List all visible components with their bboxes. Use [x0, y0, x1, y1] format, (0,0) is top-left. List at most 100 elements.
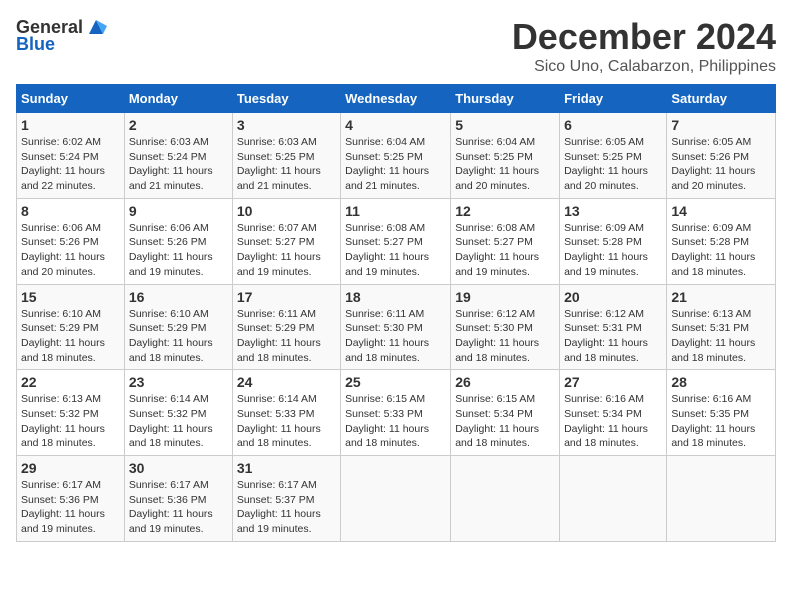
calendar-cell: 6 Sunrise: 6:05 AMSunset: 5:25 PMDaylight…	[560, 113, 667, 199]
day-number: 20	[564, 289, 662, 305]
day-number: 25	[345, 374, 446, 390]
day-info: Sunrise: 6:04 AMSunset: 5:25 PMDaylight:…	[455, 136, 539, 192]
calendar-cell: 20 Sunrise: 6:12 AMSunset: 5:31 PMDayligh…	[560, 284, 667, 370]
day-number: 26	[455, 374, 555, 390]
day-number: 18	[345, 289, 446, 305]
day-info: Sunrise: 6:14 AMSunset: 5:33 PMDaylight:…	[237, 393, 321, 449]
calendar-cell: 14 Sunrise: 6:09 AMSunset: 5:28 PMDayligh…	[667, 198, 776, 284]
calendar-cell	[560, 456, 667, 542]
day-number: 8	[21, 203, 120, 219]
calendar-cell: 28 Sunrise: 6:16 AMSunset: 5:35 PMDayligh…	[667, 370, 776, 456]
calendar-cell: 15 Sunrise: 6:10 AMSunset: 5:29 PMDayligh…	[17, 284, 125, 370]
day-info: Sunrise: 6:14 AMSunset: 5:32 PMDaylight:…	[129, 393, 213, 449]
day-header-wednesday: Wednesday	[341, 85, 451, 113]
logo-icon	[85, 16, 107, 38]
day-info: Sunrise: 6:02 AMSunset: 5:24 PMDaylight:…	[21, 136, 105, 192]
day-info: Sunrise: 6:11 AMSunset: 5:30 PMDaylight:…	[345, 308, 429, 364]
logo: General Blue	[16, 16, 107, 55]
day-info: Sunrise: 6:16 AMSunset: 5:35 PMDaylight:…	[671, 393, 755, 449]
day-info: Sunrise: 6:04 AMSunset: 5:25 PMDaylight:…	[345, 136, 429, 192]
day-info: Sunrise: 6:08 AMSunset: 5:27 PMDaylight:…	[455, 222, 539, 278]
day-info: Sunrise: 6:05 AMSunset: 5:26 PMDaylight:…	[671, 136, 755, 192]
day-number: 12	[455, 203, 555, 219]
calendar-cell: 31 Sunrise: 6:17 AMSunset: 5:37 PMDayligh…	[232, 456, 340, 542]
calendar-cell: 13 Sunrise: 6:09 AMSunset: 5:28 PMDayligh…	[560, 198, 667, 284]
month-title: December 2024	[512, 16, 776, 58]
calendar-cell: 26 Sunrise: 6:15 AMSunset: 5:34 PMDayligh…	[451, 370, 560, 456]
day-number: 28	[671, 374, 771, 390]
calendar-cell: 7 Sunrise: 6:05 AMSunset: 5:26 PMDaylight…	[667, 113, 776, 199]
day-header-saturday: Saturday	[667, 85, 776, 113]
day-info: Sunrise: 6:13 AMSunset: 5:31 PMDaylight:…	[671, 308, 755, 364]
calendar-cell	[667, 456, 776, 542]
calendar-cell: 3 Sunrise: 6:03 AMSunset: 5:25 PMDaylight…	[232, 113, 340, 199]
day-number: 11	[345, 203, 446, 219]
day-info: Sunrise: 6:13 AMSunset: 5:32 PMDaylight:…	[21, 393, 105, 449]
calendar-cell	[451, 456, 560, 542]
calendar-cell: 22 Sunrise: 6:13 AMSunset: 5:32 PMDayligh…	[17, 370, 125, 456]
calendar-cell: 21 Sunrise: 6:13 AMSunset: 5:31 PMDayligh…	[667, 284, 776, 370]
calendar-cell: 23Sunrise: 6:14 AMSunset: 5:32 PMDayligh…	[124, 370, 232, 456]
day-number: 17	[237, 289, 336, 305]
day-info: Sunrise: 6:06 AMSunset: 5:26 PMDaylight:…	[129, 222, 213, 278]
calendar-cell: 2 Sunrise: 6:03 AMSunset: 5:24 PMDaylight…	[124, 113, 232, 199]
day-number: 15	[21, 289, 120, 305]
day-number: 27	[564, 374, 662, 390]
day-info: Sunrise: 6:06 AMSunset: 5:26 PMDaylight:…	[21, 222, 105, 278]
day-info: Sunrise: 6:08 AMSunset: 5:27 PMDaylight:…	[345, 222, 429, 278]
header: General Blue December 2024 Sico Uno, Cal…	[16, 16, 776, 76]
calendar-cell: 30 Sunrise: 6:17 AMSunset: 5:36 PMDayligh…	[124, 456, 232, 542]
day-info: Sunrise: 6:17 AMSunset: 5:37 PMDaylight:…	[237, 479, 321, 535]
day-info: Sunrise: 6:15 AMSunset: 5:34 PMDaylight:…	[455, 393, 539, 449]
calendar-cell: 25 Sunrise: 6:15 AMSunset: 5:33 PMDayligh…	[341, 370, 451, 456]
day-number: 2	[129, 117, 228, 133]
day-number: 22	[21, 374, 120, 390]
day-header-thursday: Thursday	[451, 85, 560, 113]
day-info: Sunrise: 6:03 AMSunset: 5:24 PMDaylight:…	[129, 136, 213, 192]
calendar-cell: 10Sunrise: 6:07 AMSunset: 5:27 PMDayligh…	[232, 198, 340, 284]
day-info: Sunrise: 6:10 AMSunset: 5:29 PMDaylight:…	[21, 308, 105, 364]
calendar-cell: 17 Sunrise: 6:11 AMSunset: 5:29 PMDayligh…	[232, 284, 340, 370]
calendar-cell: 16 Sunrise: 6:10 AMSunset: 5:29 PMDayligh…	[124, 284, 232, 370]
calendar-cell: 1 Sunrise: 6:02 AMSunset: 5:24 PMDaylight…	[17, 113, 125, 199]
day-number: 3	[237, 117, 336, 133]
day-number: 24	[237, 374, 336, 390]
calendar-cell: 4 Sunrise: 6:04 AMSunset: 5:25 PMDaylight…	[341, 113, 451, 199]
day-number: 4	[345, 117, 446, 133]
day-number: 13	[564, 203, 662, 219]
calendar-cell: 27 Sunrise: 6:16 AMSunset: 5:34 PMDayligh…	[560, 370, 667, 456]
day-number: 1	[21, 117, 120, 133]
calendar-cell: 29 Sunrise: 6:17 AMSunset: 5:36 PMDayligh…	[17, 456, 125, 542]
calendar-cell	[341, 456, 451, 542]
calendar-cell: 18 Sunrise: 6:11 AMSunset: 5:30 PMDayligh…	[341, 284, 451, 370]
day-info: Sunrise: 6:12 AMSunset: 5:31 PMDaylight:…	[564, 308, 648, 364]
day-info: Sunrise: 6:10 AMSunset: 5:29 PMDaylight:…	[129, 308, 213, 364]
day-header-monday: Monday	[124, 85, 232, 113]
calendar-cell: 8 Sunrise: 6:06 AMSunset: 5:26 PMDaylight…	[17, 198, 125, 284]
calendar-cell: 9 Sunrise: 6:06 AMSunset: 5:26 PMDaylight…	[124, 198, 232, 284]
day-number: 5	[455, 117, 555, 133]
day-number: 14	[671, 203, 771, 219]
calendar-table: SundayMondayTuesdayWednesdayThursdayFrid…	[16, 84, 776, 542]
day-info: Sunrise: 6:16 AMSunset: 5:34 PMDaylight:…	[564, 393, 648, 449]
day-info: Sunrise: 6:17 AMSunset: 5:36 PMDaylight:…	[129, 479, 213, 535]
day-header-tuesday: Tuesday	[232, 85, 340, 113]
day-info: Sunrise: 6:07 AMSunset: 5:27 PMDaylight:…	[237, 222, 321, 278]
day-info: Sunrise: 6:17 AMSunset: 5:36 PMDaylight:…	[21, 479, 105, 535]
day-info: Sunrise: 6:11 AMSunset: 5:29 PMDaylight:…	[237, 308, 321, 364]
day-number: 16	[129, 289, 228, 305]
day-info: Sunrise: 6:09 AMSunset: 5:28 PMDaylight:…	[671, 222, 755, 278]
day-info: Sunrise: 6:05 AMSunset: 5:25 PMDaylight:…	[564, 136, 648, 192]
day-info: Sunrise: 6:03 AMSunset: 5:25 PMDaylight:…	[237, 136, 321, 192]
day-number: 6	[564, 117, 662, 133]
day-info: Sunrise: 6:09 AMSunset: 5:28 PMDaylight:…	[564, 222, 648, 278]
day-number: 9	[129, 203, 228, 219]
day-info: Sunrise: 6:15 AMSunset: 5:33 PMDaylight:…	[345, 393, 429, 449]
day-number: 21	[671, 289, 771, 305]
day-number: 7	[671, 117, 771, 133]
title-area: December 2024 Sico Uno, Calabarzon, Phil…	[512, 16, 776, 76]
calendar-cell: 24 Sunrise: 6:14 AMSunset: 5:33 PMDayligh…	[232, 370, 340, 456]
day-number: 29	[21, 460, 120, 476]
day-number: 31	[237, 460, 336, 476]
day-number: 30	[129, 460, 228, 476]
